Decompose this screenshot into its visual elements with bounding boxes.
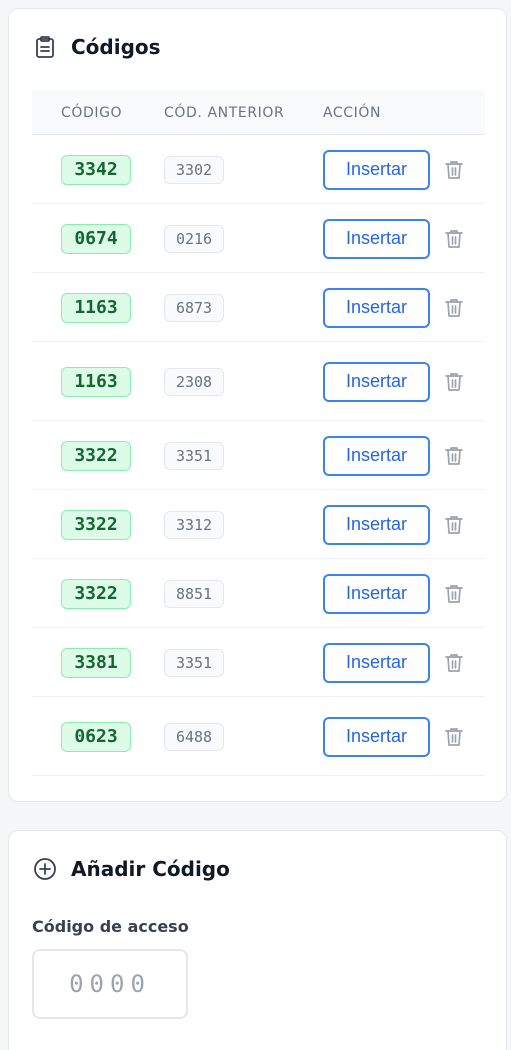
- codes-card-header: Códigos: [33, 35, 161, 59]
- codes-card: Códigos CÓDIGO CÓD. ANTERIOR ACCIÓN 3342…: [8, 8, 507, 802]
- trash-icon[interactable]: [444, 297, 464, 319]
- table-row: 3322 8851 Insertar: [32, 559, 485, 628]
- previous-code-badge: 8851: [164, 579, 224, 608]
- trash-icon[interactable]: [444, 583, 464, 605]
- code-badge: 0623: [61, 721, 131, 752]
- add-code-header: Añadir Código: [33, 857, 230, 881]
- table-row: 3322 3312 Insertar: [32, 490, 485, 559]
- previous-code-badge: 3351: [164, 648, 224, 677]
- previous-code-badge: 2308: [164, 367, 224, 396]
- previous-code-badge: 3312: [164, 510, 224, 539]
- previous-code-badge: 6488: [164, 722, 224, 751]
- table-row: 3322 3351 Insertar: [32, 421, 485, 490]
- code-badge: 1163: [61, 292, 131, 323]
- table-row: 1163 2308 Insertar: [32, 342, 485, 421]
- trash-icon[interactable]: [444, 228, 464, 250]
- insert-button[interactable]: Insertar: [323, 504, 430, 545]
- code-badge: 0674: [61, 223, 131, 254]
- plus-circle-icon: [33, 857, 57, 881]
- insert-button[interactable]: Insertar: [323, 361, 430, 402]
- trash-icon[interactable]: [444, 159, 464, 181]
- table-row: 0623 6488 Insertar: [32, 697, 485, 776]
- trash-icon[interactable]: [444, 726, 464, 748]
- column-header-previous: CÓD. ANTERIOR: [164, 105, 285, 121]
- column-header-action: ACCIÓN: [323, 105, 382, 121]
- codes-card-title: Códigos: [71, 35, 161, 59]
- code-badge: 3322: [61, 509, 131, 540]
- code-badge: 1163: [61, 366, 131, 397]
- previous-code-badge: 3351: [164, 441, 224, 470]
- insert-button[interactable]: Insertar: [323, 149, 430, 190]
- table-body: 3342 3302 Insertar 0674 0216 Insertar 1163 6873…: [32, 135, 485, 776]
- code-badge: 3322: [61, 440, 131, 471]
- table-row: 0674 0216 Insertar: [32, 204, 485, 273]
- insert-button[interactable]: Insertar: [323, 716, 430, 757]
- code-badge: 3322: [61, 578, 131, 609]
- insert-button[interactable]: Insertar: [323, 287, 430, 328]
- add-code-title: Añadir Código: [71, 857, 230, 881]
- insert-button[interactable]: Insertar: [323, 642, 430, 683]
- add-code-card: Añadir Código Código de acceso: [8, 830, 507, 1050]
- table-header: CÓDIGO CÓD. ANTERIOR ACCIÓN: [32, 90, 485, 135]
- previous-code-badge: 0216: [164, 224, 224, 253]
- clipboard-icon: [33, 35, 57, 59]
- previous-code-badge: 3302: [164, 155, 224, 184]
- previous-code-badge: 6873: [164, 293, 224, 322]
- insert-button[interactable]: Insertar: [323, 435, 430, 476]
- column-header-code: CÓDIGO: [61, 105, 123, 121]
- trash-icon[interactable]: [444, 371, 464, 393]
- access-code-input[interactable]: [32, 949, 188, 1019]
- insert-button[interactable]: Insertar: [323, 573, 430, 614]
- code-badge: 3381: [61, 647, 131, 678]
- trash-icon[interactable]: [444, 514, 464, 536]
- trash-icon[interactable]: [444, 652, 464, 674]
- access-code-label: Código de acceso: [32, 917, 189, 936]
- codes-table: CÓDIGO CÓD. ANTERIOR ACCIÓN 3342 3302 Inse…: [32, 90, 485, 776]
- table-row: 3342 3302 Insertar: [32, 135, 485, 204]
- table-row: 1163 6873 Insertar: [32, 273, 485, 342]
- trash-icon[interactable]: [444, 445, 464, 467]
- code-badge: 3342: [61, 154, 131, 185]
- table-row: 3381 3351 Insertar: [32, 628, 485, 697]
- insert-button[interactable]: Insertar: [323, 218, 430, 259]
